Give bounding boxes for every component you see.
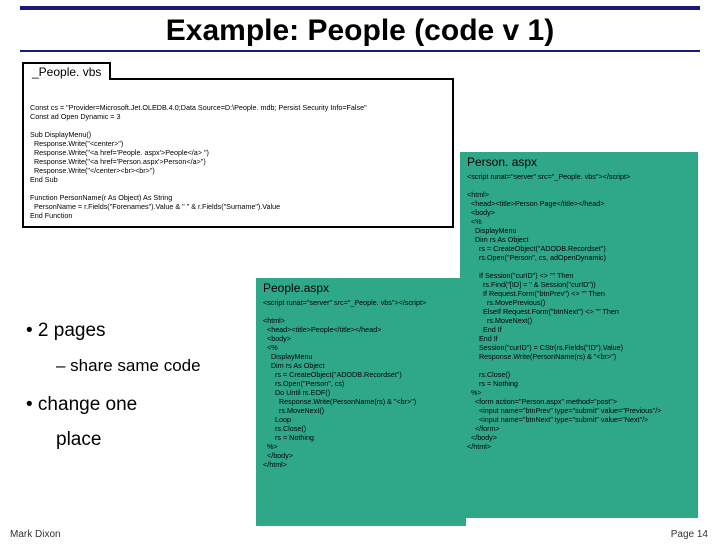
vbs-module-box: _People. vbs Const cs = "Provider=Micros… <box>22 78 454 228</box>
people-aspx-title: People.aspx <box>257 279 465 295</box>
slide-title: Example: People (code v 1) <box>0 14 720 48</box>
footer-author: Mark Dixon <box>10 529 61 540</box>
bullet-change-one: • change one <box>26 390 201 419</box>
footer-page-number: Page 14 <box>671 529 708 540</box>
bullet-list: • 2 pages – share same code • change one… <box>26 316 201 455</box>
title-rule <box>20 50 700 52</box>
vbs-filename-tab: _People. vbs <box>22 62 111 80</box>
people-aspx-code: <script runat="server" src="_People. vbs… <box>257 295 465 475</box>
top-rule <box>20 6 700 10</box>
bullet-share-code: – share same code <box>56 353 201 379</box>
bullet-place: place <box>56 425 201 454</box>
person-aspx-panel: Person. aspx <script runat="server" src=… <box>460 152 698 518</box>
bullet-2-pages: • 2 pages <box>26 316 201 345</box>
vbs-code: Const cs = "Provider=Microsoft.Jet.OLEDB… <box>24 99 452 226</box>
person-aspx-code: <script runat="server" src="_People. vbs… <box>461 169 697 457</box>
person-aspx-title: Person. aspx <box>461 153 697 169</box>
people-aspx-panel: People.aspx <script runat="server" src="… <box>256 278 466 526</box>
